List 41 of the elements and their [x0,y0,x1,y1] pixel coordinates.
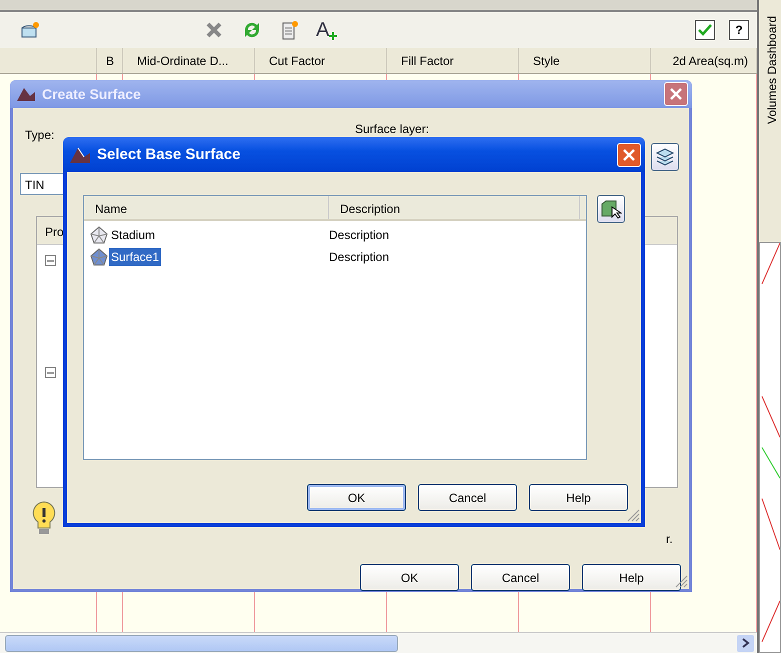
checkbox[interactable] [695,20,715,40]
column-header: Mid-Ordinate D... [123,48,255,73]
help-button[interactable]: ? [729,20,749,40]
collapse-icon[interactable] [45,367,56,378]
type-label: Type: [25,128,54,142]
dialog-button[interactable]: OK [360,564,459,591]
surface-icon [90,248,108,266]
close-button[interactable] [664,82,688,106]
layer-label: Surface layer: [355,122,430,136]
side-tab[interactable]: Volumes Dashboard [759,0,781,130]
list-cell: Description [329,228,390,242]
close-button[interactable] [617,142,641,166]
dialog-button[interactable]: Help [529,484,628,511]
title-bar: Select Base Surface [63,137,645,172]
collapse-icon[interactable] [45,255,56,266]
column-header: Style [519,48,651,73]
list-item[interactable]: Stadium [109,226,158,244]
dialog-button[interactable]: Cancel [471,564,570,591]
surface-icon [90,226,108,244]
app-icon [16,86,36,102]
close-icon [670,88,682,100]
scroll-right-icon[interactable] [737,634,754,652]
note-text: r. [666,532,673,546]
pick-cursor-icon[interactable] [597,195,625,223]
column-header: Description [329,196,580,219]
list-item[interactable]: Surface1 [109,248,162,266]
resize-grip-icon[interactable] [626,508,640,522]
column-header: Cut Factor [255,48,387,73]
column-header: B [97,48,123,73]
dialog-button[interactable]: Help [582,564,681,591]
dialog-button[interactable]: Cancel [418,484,517,511]
dialog-button[interactable]: OK [307,484,406,511]
list-cell: Description [329,250,390,264]
layers-icon[interactable] [651,143,679,171]
column-header: Name [84,196,329,219]
title-bar: Create Surface [10,80,692,108]
close-icon [623,148,635,160]
app-icon [69,146,91,164]
resize-grip-icon[interactable] [674,574,688,588]
scrollbar-thumb[interactable] [5,634,398,652]
column-header: Fill Factor [387,48,519,73]
